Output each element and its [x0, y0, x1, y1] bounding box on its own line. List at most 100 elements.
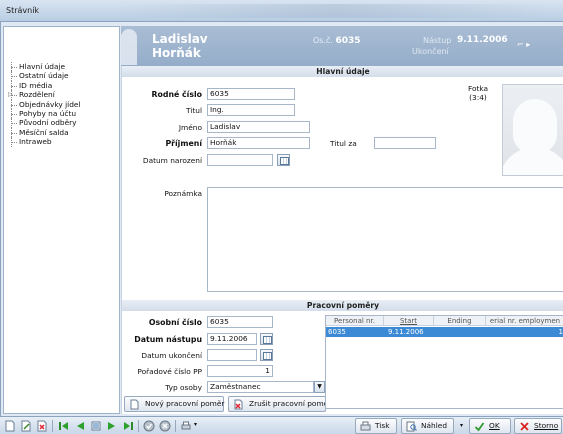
datum-narozeni-input[interactable] [207, 154, 273, 166]
photo-label: Fotka (3:4) [467, 84, 489, 102]
confirm-circle-icon[interactable] [143, 420, 155, 432]
poznamka-label: Poznámka [164, 189, 202, 198]
sidebar-item-rozdeleni[interactable]: ▷ Rozdělení [8, 90, 81, 100]
print-icon [360, 421, 371, 431]
sidebar-item-puvodni-odbery[interactable]: Původní odběry [8, 118, 81, 129]
osobni-cislo-input[interactable]: 6035 [207, 316, 273, 328]
rodne-cislo-label: Rodné číslo [151, 90, 202, 99]
first-record-icon[interactable] [58, 420, 70, 432]
window-title: Strávník [6, 6, 40, 15]
toolbar-separator [138, 420, 139, 432]
close-icon [520, 422, 529, 431]
next-record-icon[interactable] [106, 420, 118, 432]
section-title-pracovni-pomery: Pracovní poměry [122, 300, 563, 311]
expand-arrow-icon[interactable]: ▷ [8, 90, 13, 99]
grid-cell-start: 9.11.2006 [388, 328, 424, 336]
header-first-name: Ladislav [152, 32, 208, 46]
typ-osoby-select[interactable]: Zaměstnanec [207, 381, 314, 393]
datum-narozeni-label: Datum narození [142, 156, 202, 165]
prijmeni-input[interactable]: Horňák [207, 137, 310, 149]
titlebar-decoration [120, 4, 550, 18]
sidebar-item-id-media[interactable]: ID média [8, 80, 81, 91]
grid-col-ending[interactable]: Ending [434, 316, 486, 326]
table-row[interactable]: 6035 9.11.2006 1 [326, 327, 563, 337]
storno-button[interactable]: Storno [514, 418, 562, 434]
cancel-circle-icon[interactable] [159, 420, 171, 432]
printer-icon[interactable] [180, 420, 192, 432]
checkmark-icon [474, 422, 485, 432]
grid-cell-ending [436, 327, 486, 337]
last-record-icon[interactable] [122, 420, 134, 432]
header-last-name: Horňák [152, 46, 201, 60]
header-nastup-label: Nástup [423, 36, 452, 45]
datum-ukonceni-label: Datum ukončení [141, 351, 202, 360]
titul-za-input[interactable] [374, 137, 436, 149]
chevron-down-icon[interactable]: ▼ [314, 381, 325, 393]
delete-record-icon[interactable] [36, 420, 48, 432]
new-employment-button[interactable]: Nový pracovní poměr [124, 396, 224, 412]
datum-nastupu-input[interactable]: 9.11.2006 [207, 333, 257, 345]
titul-za-label: Titul za [330, 139, 357, 148]
bottom-toolbar: ▾ Tisk Náhled ▾ OK Storno [0, 416, 563, 434]
calendar-ukonceni-icon[interactable] [260, 349, 273, 361]
new-document-icon [130, 399, 139, 410]
photo-body-silhouette [503, 147, 563, 175]
toolbar-separator [52, 420, 53, 432]
main-panel: Hlavní údaje Rodné číslo 6035 Titul Ing.… [121, 66, 563, 297]
sidebar-item-intraweb[interactable]: Intraweb [8, 137, 81, 147]
typ-osoby-label: Typ osoby [165, 383, 202, 392]
edit-record-icon[interactable] [20, 420, 32, 432]
rodne-cislo-input[interactable]: 6035 [207, 88, 295, 100]
prijmeni-label: Příjmení [165, 139, 202, 148]
datum-ukonceni-input[interactable] [207, 349, 257, 361]
previous-record-icon[interactable] [74, 420, 86, 432]
sidebar-nav: Hlavní údaje Ostatní údaje ID média ▷ Roz… [3, 26, 120, 414]
titul-label: Titul [186, 106, 202, 115]
header-osc: Os.č. 6035 [313, 36, 361, 46]
sidebar-item-pohyby-na-uctu[interactable]: Pohyby na účtu [8, 108, 81, 119]
print-dropdown-chevron-icon[interactable]: ▾ [194, 421, 197, 428]
datum-nastupu-label: Datum nástupu [134, 335, 202, 344]
list-view-icon[interactable] [90, 420, 102, 432]
grid-cell-personal: 6035 [328, 328, 346, 336]
jmeno-input[interactable]: Ladislav [207, 121, 310, 133]
window-titlebar: Strávník [0, 0, 563, 22]
person-header: Ladislav Horňák Os.č. 6035 Nástup 9.11.2… [121, 26, 563, 66]
toolbar-separator [175, 420, 176, 432]
grid-header: Personal nr. Start Ending erial nr. empl… [326, 316, 563, 326]
ok-button[interactable]: OK [469, 418, 511, 434]
titul-input[interactable]: Ing. [207, 104, 295, 116]
preview-dropdown-chevron-icon[interactable]: ▾ [460, 419, 463, 433]
cancel-document-icon [234, 399, 243, 410]
employment-panel: Pracovní poměry Osobní číslo 6035 Datum … [121, 297, 563, 414]
photo-placeholder[interactable] [502, 84, 563, 176]
new-record-icon[interactable] [4, 420, 16, 432]
cancel-employment-button[interactable]: Zrušit pracovní poměr [228, 396, 331, 412]
osobni-cislo-label: Osobní číslo [148, 318, 202, 327]
grid-col-start[interactable]: Start [384, 316, 434, 326]
poradove-cislo-label: Pořadové číslo PP [137, 367, 202, 376]
nav-tree: Hlavní údaje Ostatní údaje ID média ▷ Roz… [8, 62, 81, 147]
grid-col-serial[interactable]: erial nr. employmen [486, 316, 563, 326]
photo-head-silhouette [513, 99, 557, 153]
calendar-nastup-icon[interactable] [260, 333, 273, 345]
section-title-hlavni-udaje: Hlavní údaje [122, 66, 563, 77]
poradove-cislo-input[interactable]: 1 [207, 365, 273, 377]
preview-magnifier-icon [406, 421, 417, 432]
jmeno-label: Jméno [178, 123, 202, 132]
preview-button[interactable]: Náhled ▾ [401, 418, 463, 434]
sidebar-item-mesicni-salda[interactable]: Měsíční salda [8, 127, 81, 138]
poznamka-textarea[interactable] [207, 187, 563, 292]
calendar-icon[interactable] [277, 154, 290, 166]
sidebar-item-hlavni-udaje[interactable]: Hlavní údaje [8, 62, 81, 72]
print-button[interactable]: Tisk [355, 418, 397, 434]
person-silhouette-icon [121, 29, 137, 65]
sidebar-item-ostatni-udaje[interactable]: Ostatní údaje [8, 71, 81, 82]
employment-grid: Personal nr. Start Ending erial nr. empl… [325, 315, 563, 409]
grid-col-personal[interactable]: Personal nr. [326, 316, 384, 326]
sidebar-item-objednavky-jidel[interactable]: Objednávky jídel [8, 99, 81, 110]
grid-cell-serial: 1 [558, 328, 563, 336]
header-nastup-date: 9.11.2006 [457, 35, 508, 45]
header-next-arrow-icon[interactable]: ⌐ ▸ [517, 40, 530, 49]
header-ukonceni-label: Ukončení [412, 47, 449, 56]
